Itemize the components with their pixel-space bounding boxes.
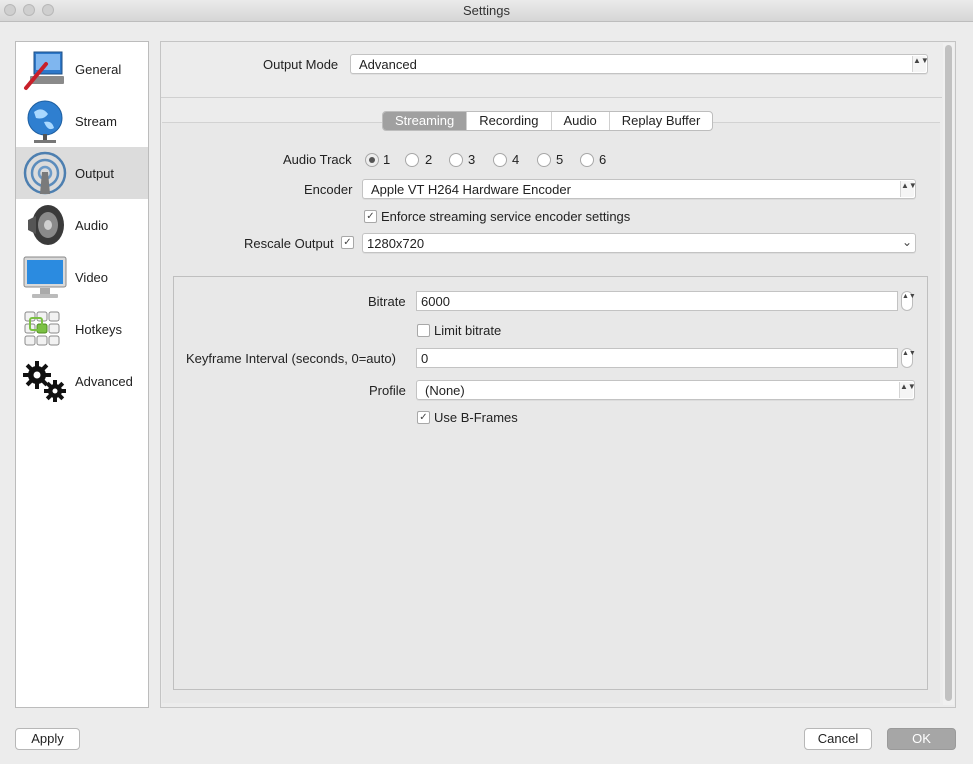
sidebar-item-general[interactable]: General bbox=[16, 43, 148, 95]
radio-label: 5 bbox=[556, 152, 564, 167]
keyframe-interval-label: Keyframe Interval (seconds, 0=auto) bbox=[186, 351, 396, 366]
enforce-encoder-checkbox[interactable]: ✓ bbox=[364, 210, 377, 223]
globe-icon bbox=[27, 100, 63, 143]
sidebar-item-label: Output bbox=[75, 166, 115, 181]
updown-icon: ▲▼ bbox=[900, 181, 917, 197]
sidebar-item-label: General bbox=[75, 62, 122, 77]
tab-recording[interactable]: Recording bbox=[467, 112, 552, 130]
title-bar: Settings bbox=[0, 0, 973, 22]
gears-icon bbox=[23, 361, 66, 402]
sidebar-item-label: Video bbox=[75, 270, 109, 285]
apply-button[interactable]: Apply bbox=[15, 728, 80, 750]
encoder-label: Encoder bbox=[304, 182, 353, 197]
broadcast-icon bbox=[23, 151, 67, 195]
keyboard-icon bbox=[24, 311, 60, 346]
sidebar-item-label: Audio bbox=[75, 218, 109, 233]
sidebar-item-stream[interactable]: Stream bbox=[16, 95, 148, 147]
profile-select[interactable]: (None) ▲▼ bbox=[416, 380, 916, 400]
cancel-button[interactable]: Cancel bbox=[804, 728, 872, 750]
radio-label: 4 bbox=[512, 152, 520, 167]
sidebar-item-label: Advanced bbox=[75, 374, 133, 389]
tab-audio[interactable]: Audio bbox=[552, 112, 610, 130]
content-scrollbar[interactable] bbox=[943, 43, 954, 705]
speaker-icon bbox=[28, 205, 64, 245]
monitor-icon bbox=[23, 256, 67, 298]
sidebar-item-audio[interactable]: Audio bbox=[16, 199, 148, 251]
encoder-select[interactable]: Apple VT H264 Hardware Encoder ▲▼ bbox=[362, 179, 917, 199]
enforce-encoder-label: Enforce streaming service encoder settin… bbox=[381, 209, 631, 224]
updown-icon: ▲▼ bbox=[912, 56, 929, 72]
audio-track-radio-1[interactable] bbox=[365, 153, 379, 167]
general-icon bbox=[24, 51, 64, 90]
sidebar-item-advanced[interactable]: Advanced bbox=[16, 355, 148, 407]
sidebar-item-hotkeys[interactable]: Hotkeys bbox=[16, 303, 148, 355]
sidebar-item-output[interactable]: Output bbox=[16, 147, 148, 199]
audio-track-label: Audio Track bbox=[283, 152, 352, 167]
bitrate-input[interactable]: 6000 bbox=[416, 291, 898, 311]
radio-label: 1 bbox=[383, 152, 391, 167]
bitrate-label: Bitrate bbox=[368, 294, 406, 309]
tab-streaming[interactable]: Streaming bbox=[383, 112, 468, 130]
window-title: Settings bbox=[463, 3, 510, 18]
sidebar-item-label: Hotkeys bbox=[75, 322, 122, 337]
limit-bitrate-label: Limit bitrate bbox=[434, 323, 502, 338]
output-tabs: Streaming Recording Audio Replay Buffer bbox=[382, 111, 714, 131]
limit-bitrate-checkbox[interactable] bbox=[417, 324, 430, 337]
audio-track-radio-3[interactable] bbox=[449, 153, 463, 167]
ok-button[interactable]: OK bbox=[887, 728, 956, 750]
rescale-output-label: Rescale Output bbox=[244, 236, 334, 251]
chevron-down-icon: ⌄ bbox=[900, 235, 914, 251]
keyframe-interval-input[interactable]: 0 bbox=[416, 348, 898, 368]
separator bbox=[161, 97, 942, 98]
keyframe-interval-stepper[interactable]: ▲▼ bbox=[901, 348, 916, 368]
audio-track-radio-4[interactable] bbox=[493, 153, 507, 167]
output-mode-label: Output Mode bbox=[263, 57, 339, 72]
sidebar-item-label: Stream bbox=[75, 114, 117, 129]
use-bframes-label: Use B-Frames bbox=[434, 410, 518, 425]
updown-icon: ▲▼ bbox=[899, 382, 916, 398]
bitrate-stepper[interactable]: ▲▼ bbox=[901, 291, 916, 311]
output-mode-select[interactable]: Advanced ▲▼ bbox=[350, 54, 929, 74]
sidebar-item-video[interactable]: Video bbox=[16, 251, 148, 303]
scrollbar-thumb[interactable] bbox=[945, 45, 952, 701]
rescale-resolution-select[interactable]: 1280x720 ⌄ bbox=[362, 233, 916, 253]
audio-track-radio-5[interactable] bbox=[537, 153, 551, 167]
settings-sidebar: General Stream Output Audio Video Hotkey… bbox=[15, 41, 149, 708]
audio-track-radio-2[interactable] bbox=[405, 153, 419, 167]
profile-label: Profile bbox=[369, 383, 406, 398]
radio-label: 3 bbox=[468, 152, 476, 167]
audio-track-radio-6[interactable] bbox=[580, 153, 594, 167]
tab-replay-buffer[interactable]: Replay Buffer bbox=[610, 112, 713, 130]
radio-label: 2 bbox=[425, 152, 433, 167]
rescale-output-checkbox[interactable]: ✓ bbox=[341, 236, 354, 249]
radio-label: 6 bbox=[599, 152, 607, 167]
encoder-settings-group bbox=[173, 276, 928, 690]
use-bframes-checkbox[interactable]: ✓ bbox=[417, 411, 430, 424]
